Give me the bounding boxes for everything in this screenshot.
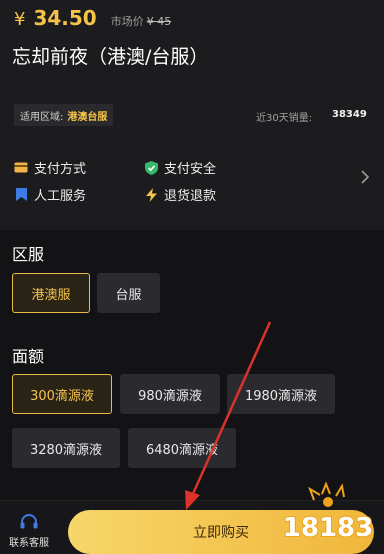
region-badge: 适用区域: 港澳台服	[14, 104, 114, 126]
denomination-option-980[interactable]: 980滴源液	[120, 374, 220, 414]
service-manual[interactable]: 人工服务	[14, 185, 86, 204]
price-value: 34.50	[33, 6, 97, 30]
denomination-option-1980[interactable]: 1980滴源液	[227, 374, 335, 414]
lightning-icon	[144, 187, 158, 202]
market-price-value: ¥ 45	[146, 15, 172, 28]
market-price-label: 市场价	[110, 15, 144, 28]
server-option-hkmo[interactable]: 港澳服	[12, 273, 90, 313]
service-label: 支付安全	[164, 162, 217, 177]
denomination-section-title: 面额	[12, 347, 45, 366]
headset-icon	[20, 514, 38, 529]
service-payment-security[interactable]: 支付安全	[144, 158, 216, 177]
denomination-option-300[interactable]: 300滴源液	[12, 374, 112, 414]
price-currency: ¥	[14, 9, 26, 30]
server-option-tw[interactable]: 台服	[97, 273, 160, 313]
denomination-option-6480[interactable]: 6480滴源液	[128, 428, 236, 468]
watermark-logo: 18183	[282, 481, 374, 544]
sales-value: 38349	[332, 109, 367, 120]
chevron-right-icon[interactable]	[360, 170, 370, 184]
customer-service-label: 联系客服	[9, 538, 49, 549]
service-refund[interactable]: 退货退款	[144, 185, 216, 204]
customer-service-button[interactable]: 联系客服	[6, 513, 52, 549]
service-label: 支付方式	[34, 162, 87, 177]
denomination-option-3280[interactable]: 3280滴源液	[12, 428, 120, 468]
service-label: 退货退款	[164, 189, 217, 204]
service-payment-method[interactable]: 支付方式	[14, 158, 86, 177]
price-row: ¥ 34.50 市场价 ¥ 45	[14, 6, 171, 30]
server-section-title: 区服	[12, 245, 45, 264]
product-title: 忘却前夜（港澳/台服）	[12, 46, 209, 68]
sales-label: 近30天销量:	[256, 113, 313, 124]
watermark-text: 18183	[283, 513, 373, 543]
service-label: 人工服务	[34, 189, 87, 204]
region-label: 适用区域:	[20, 111, 64, 123]
shield-check-icon	[144, 160, 158, 175]
card-icon	[14, 161, 28, 175]
region-value: 港澳台服	[67, 111, 108, 123]
bookmark-icon	[14, 188, 28, 202]
